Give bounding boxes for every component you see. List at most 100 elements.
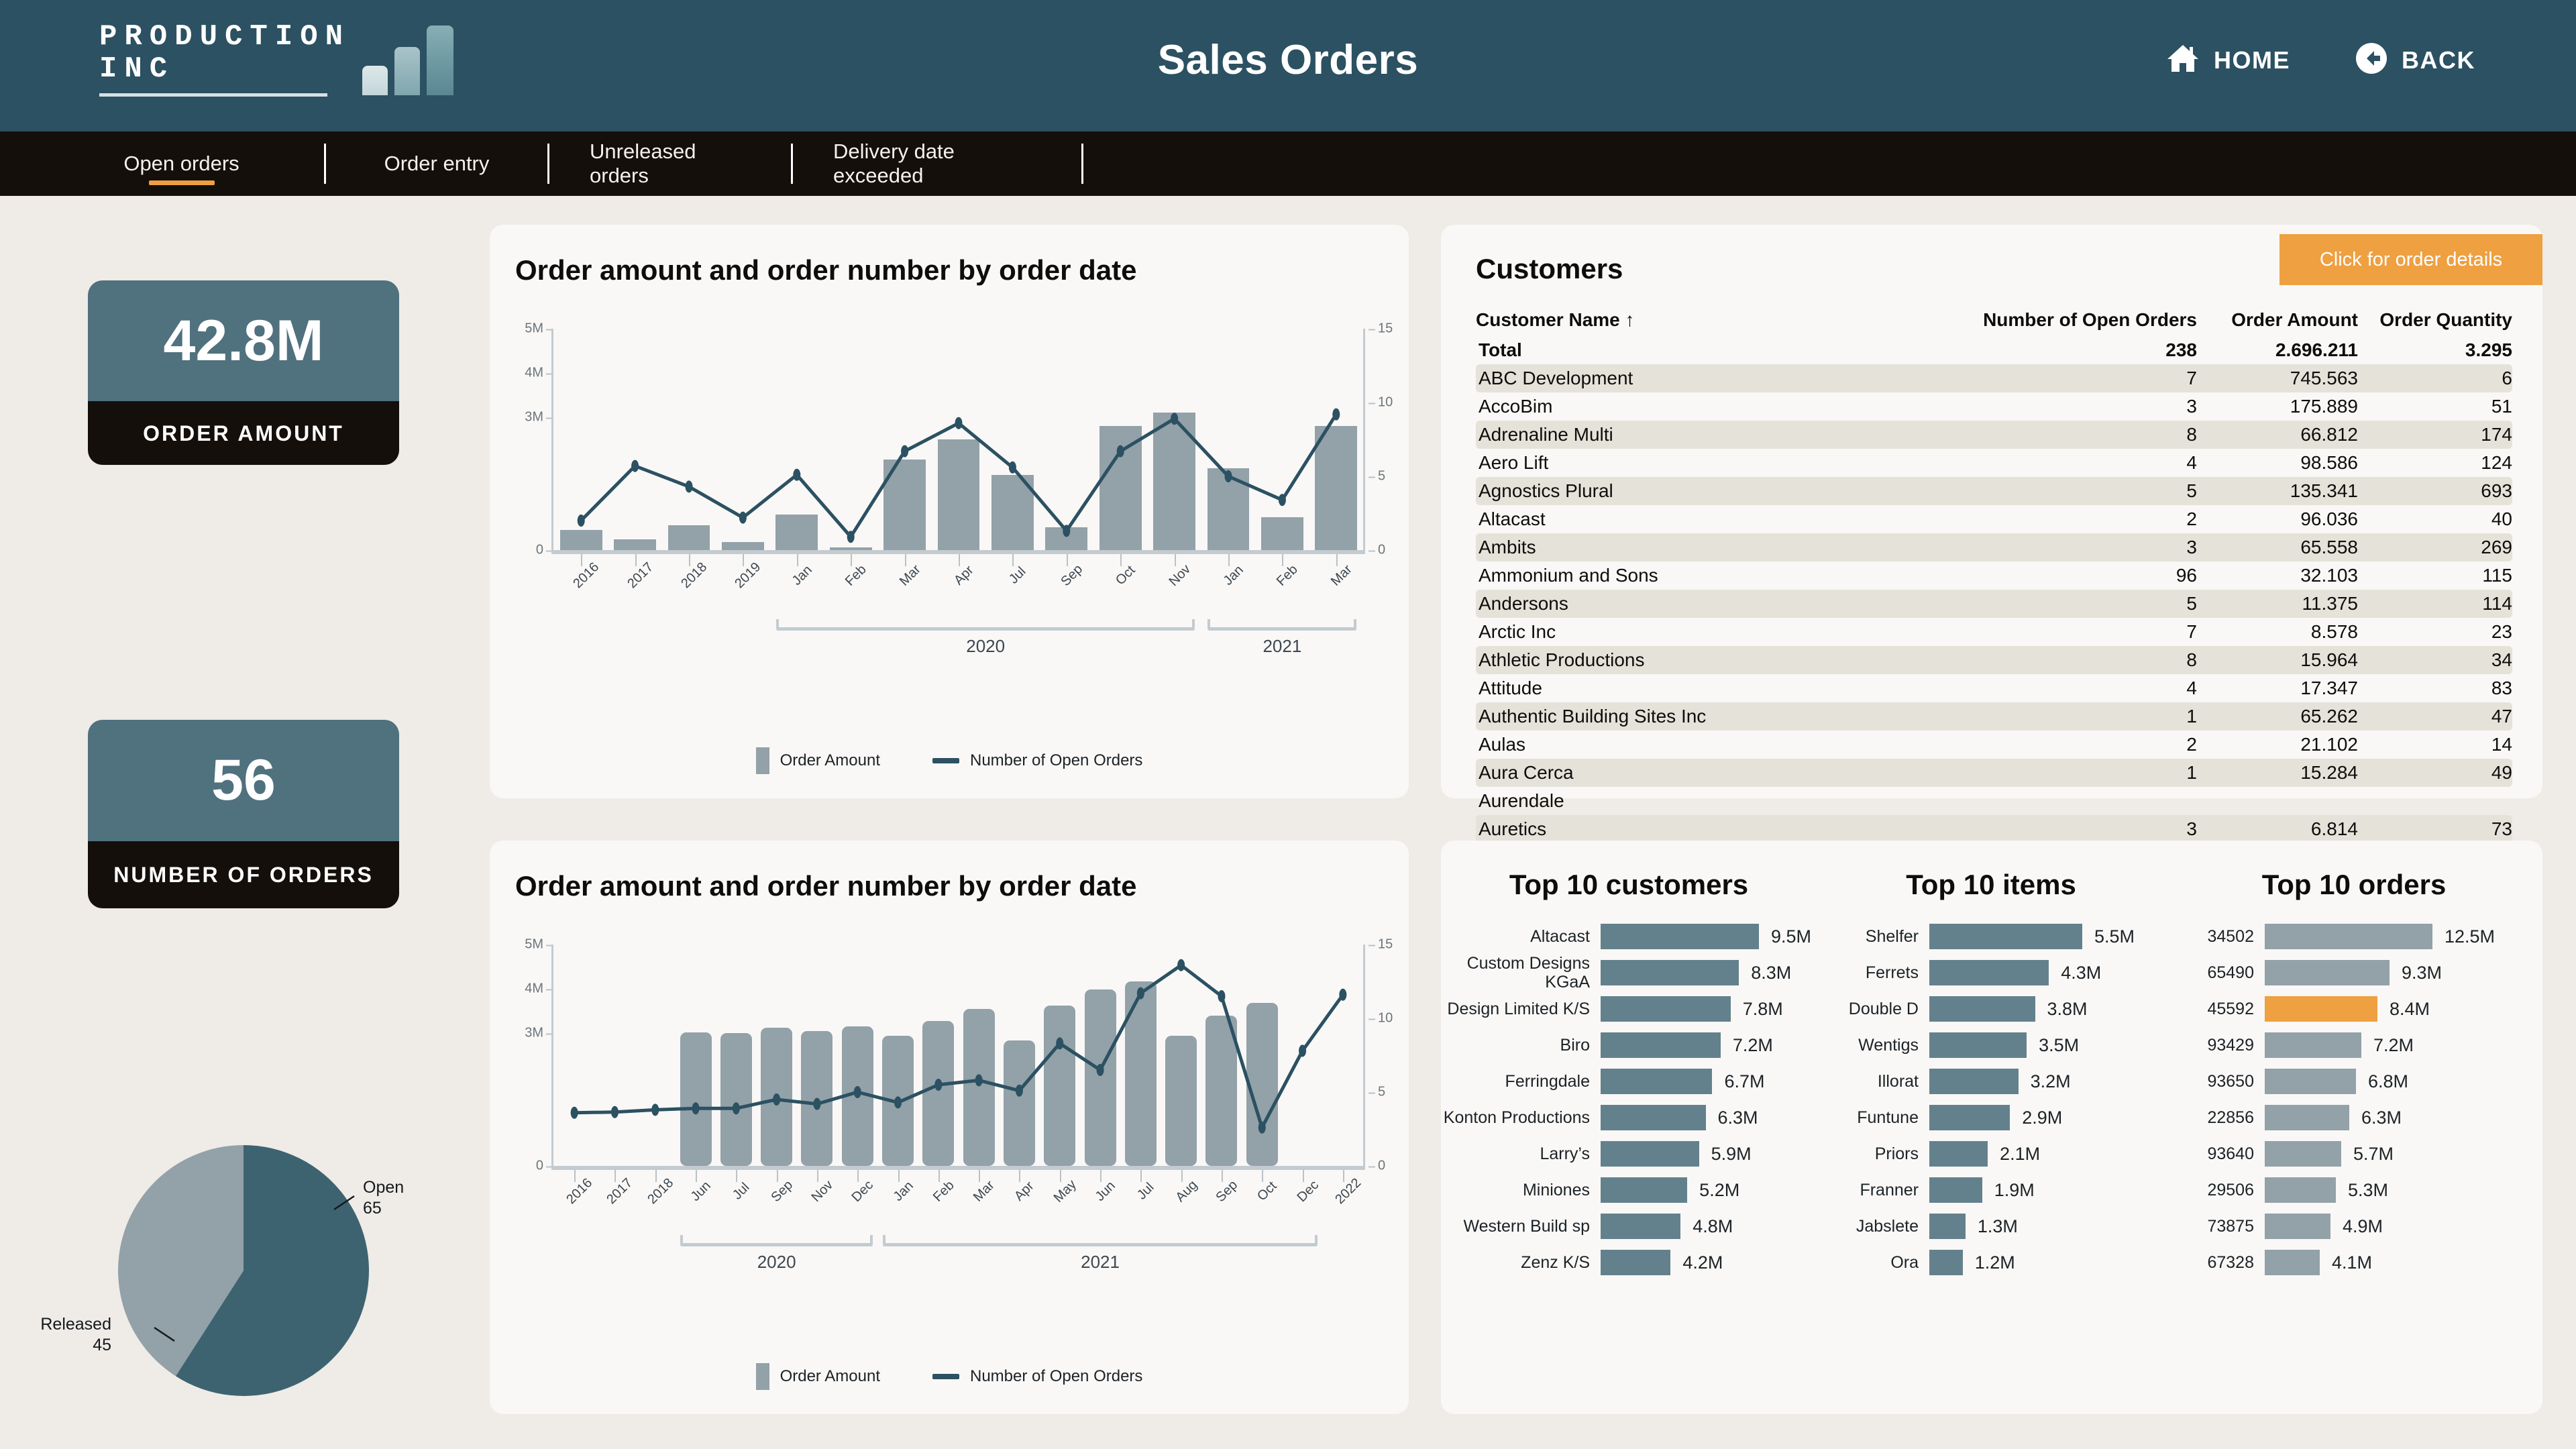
nav-tab-delivery-date-exceeded[interactable]: Delivery date exceeded	[833, 131, 1041, 196]
top-bar-row[interactable]: Western Build sp4.8M	[1441, 1208, 1817, 1244]
table-row[interactable]: Adrenaline Multi866.812174	[1476, 421, 2512, 449]
top-bar[interactable]	[1929, 1141, 1988, 1167]
line-data-point[interactable]	[1117, 445, 1124, 458]
line-data-point[interactable]	[1177, 959, 1185, 971]
top-bar-row[interactable]: 3450212.5M	[2165, 918, 2542, 955]
top-bar[interactable]	[1929, 996, 2035, 1022]
table-row[interactable]: Authentic Building Sites Inc165.26247	[1476, 702, 2512, 731]
line-data-point[interactable]	[901, 445, 908, 458]
table-row[interactable]: Altacast296.03640	[1476, 505, 2512, 533]
top-bar[interactable]	[1601, 1177, 1687, 1203]
table-row[interactable]: Agnostics Plural5135.341693	[1476, 477, 2512, 505]
line-data-point[interactable]	[739, 512, 747, 524]
top-bar-row[interactable]: Illorat3.2M	[1817, 1063, 2165, 1099]
line-data-point[interactable]	[813, 1098, 820, 1110]
column-header-open-orders[interactable]: Number of Open Orders	[1976, 309, 2197, 336]
top-bar-row[interactable]: Double D3.8M	[1817, 991, 2165, 1027]
top-bar[interactable]	[1929, 1177, 1982, 1203]
line-data-point[interactable]	[773, 1093, 780, 1106]
line-data-point[interactable]	[1171, 413, 1178, 425]
line-data-point[interactable]	[854, 1086, 861, 1098]
line-data-point[interactable]	[1218, 990, 1225, 1002]
back-button[interactable]: BACK	[2355, 42, 2475, 78]
line-data-point[interactable]	[1097, 1064, 1104, 1076]
table-row[interactable]: Ammonium and Sons9632.103115	[1476, 561, 2512, 590]
table-row[interactable]: Aura Cerca115.28449	[1476, 759, 2512, 787]
line-data-point[interactable]	[894, 1096, 902, 1108]
table-row[interactable]: Aurendale	[1476, 787, 2512, 815]
top-bar[interactable]	[2265, 1032, 2361, 1058]
order-details-button[interactable]: Click for order details	[2279, 234, 2542, 285]
top-bar[interactable]	[1929, 1032, 2027, 1058]
top-bar-row[interactable]: Larry’s5.9M	[1441, 1136, 1817, 1172]
top-bar-row[interactable]: 936405.7M	[2165, 1136, 2542, 1172]
top-bar-row[interactable]: Design Limited K/S7.8M	[1441, 991, 1817, 1027]
top-bar[interactable]	[1601, 960, 1739, 985]
line-data-point[interactable]	[733, 1102, 740, 1114]
top-bar-row[interactable]: 934297.2M	[2165, 1027, 2542, 1063]
top-bar-row[interactable]: 673284.1M	[2165, 1244, 2542, 1281]
top-bar[interactable]	[2265, 1177, 2336, 1203]
top-bar[interactable]	[1929, 1105, 2010, 1130]
line-data-point[interactable]	[686, 480, 693, 492]
plot-area-top[interactable]	[554, 329, 1363, 550]
nav-tab-unreleased-orders[interactable]: Unreleased orders	[590, 131, 751, 196]
line-data-point[interactable]	[1056, 1037, 1063, 1049]
top-bar-row[interactable]: Ferringdale6.7M	[1441, 1063, 1817, 1099]
nav-tab-order-entry[interactable]: Order entry	[366, 131, 507, 196]
top-bar[interactable]	[2265, 996, 2377, 1022]
table-row[interactable]: Ambits365.558269	[1476, 533, 2512, 561]
line-data-point[interactable]	[975, 1074, 983, 1086]
nav-tab-open-orders[interactable]: Open orders	[79, 131, 284, 196]
kpi-card-order-amount[interactable]: 42.8M ORDER AMOUNT	[88, 280, 399, 465]
top-bar-row[interactable]: Shelfer5.5M	[1817, 918, 2165, 955]
top-bar[interactable]	[1601, 1105, 1706, 1130]
table-row[interactable]: Andersons511.375114	[1476, 590, 2512, 618]
top-bar[interactable]	[2265, 1069, 2356, 1094]
top-bar[interactable]	[1929, 1069, 2019, 1094]
line-data-point[interactable]	[631, 460, 639, 472]
line-data-point[interactable]	[1016, 1085, 1023, 1097]
table-row[interactable]: Attitude417.34783	[1476, 674, 2512, 702]
top-bar[interactable]	[2265, 1141, 2341, 1167]
line-data-point[interactable]	[934, 1079, 942, 1091]
line-data-point[interactable]	[651, 1104, 659, 1116]
top-bar[interactable]	[1601, 1250, 1670, 1275]
top-bar[interactable]	[2265, 924, 2432, 949]
column-header-order-amount[interactable]: Order Amount	[2197, 309, 2358, 336]
line-data-point[interactable]	[571, 1107, 578, 1119]
column-header-order-quantity[interactable]: Order Quantity	[2358, 309, 2512, 336]
top-bar[interactable]	[1929, 1250, 1963, 1275]
top-bar-row[interactable]: 455928.4M	[2165, 991, 2542, 1027]
table-row[interactable]: Auretics36.81473	[1476, 815, 2512, 843]
line-data-point[interactable]	[1279, 494, 1286, 506]
top-bar-row[interactable]: 936506.8M	[2165, 1063, 2542, 1099]
top-bar[interactable]	[1601, 996, 1731, 1022]
top-bar[interactable]	[1929, 960, 2049, 985]
top-bar-row[interactable]: 295065.3M	[2165, 1172, 2542, 1208]
table-row[interactable]: Arctic Inc78.57823	[1476, 618, 2512, 646]
plot-area-bottom[interactable]	[554, 945, 1363, 1166]
top-bar-row[interactable]: Custom Designs KGaA8.3M	[1441, 955, 1817, 991]
top-bar[interactable]	[1929, 924, 2082, 949]
top-bar[interactable]	[2265, 1250, 2320, 1275]
line-data-point[interactable]	[1137, 987, 1144, 1000]
top-bar-row[interactable]: Funtune2.9M	[1817, 1099, 2165, 1136]
top-bar[interactable]	[2265, 960, 2390, 985]
line-data-point[interactable]	[578, 515, 585, 527]
table-row[interactable]: Aulas221.10214	[1476, 731, 2512, 759]
line-data-point[interactable]	[1299, 1044, 1306, 1057]
top-bar-row[interactable]: Miniones5.2M	[1441, 1172, 1817, 1208]
line-data-point[interactable]	[1063, 525, 1070, 537]
top-bar[interactable]	[1601, 1069, 1712, 1094]
top-bar-row[interactable]: 654909.3M	[2165, 955, 2542, 991]
table-row[interactable]: Athletic Productions815.96434	[1476, 646, 2512, 674]
home-button[interactable]: HOME	[2165, 43, 2290, 77]
line-data-point[interactable]	[955, 417, 963, 429]
line-data-point[interactable]	[1339, 989, 1346, 1001]
top-bar-row[interactable]: 738754.9M	[2165, 1208, 2542, 1244]
top-bar[interactable]	[1601, 1141, 1699, 1167]
top-bar[interactable]	[1929, 1214, 1966, 1239]
top-bar-row[interactable]: Franner1.9M	[1817, 1172, 2165, 1208]
line-data-point[interactable]	[1009, 462, 1016, 474]
